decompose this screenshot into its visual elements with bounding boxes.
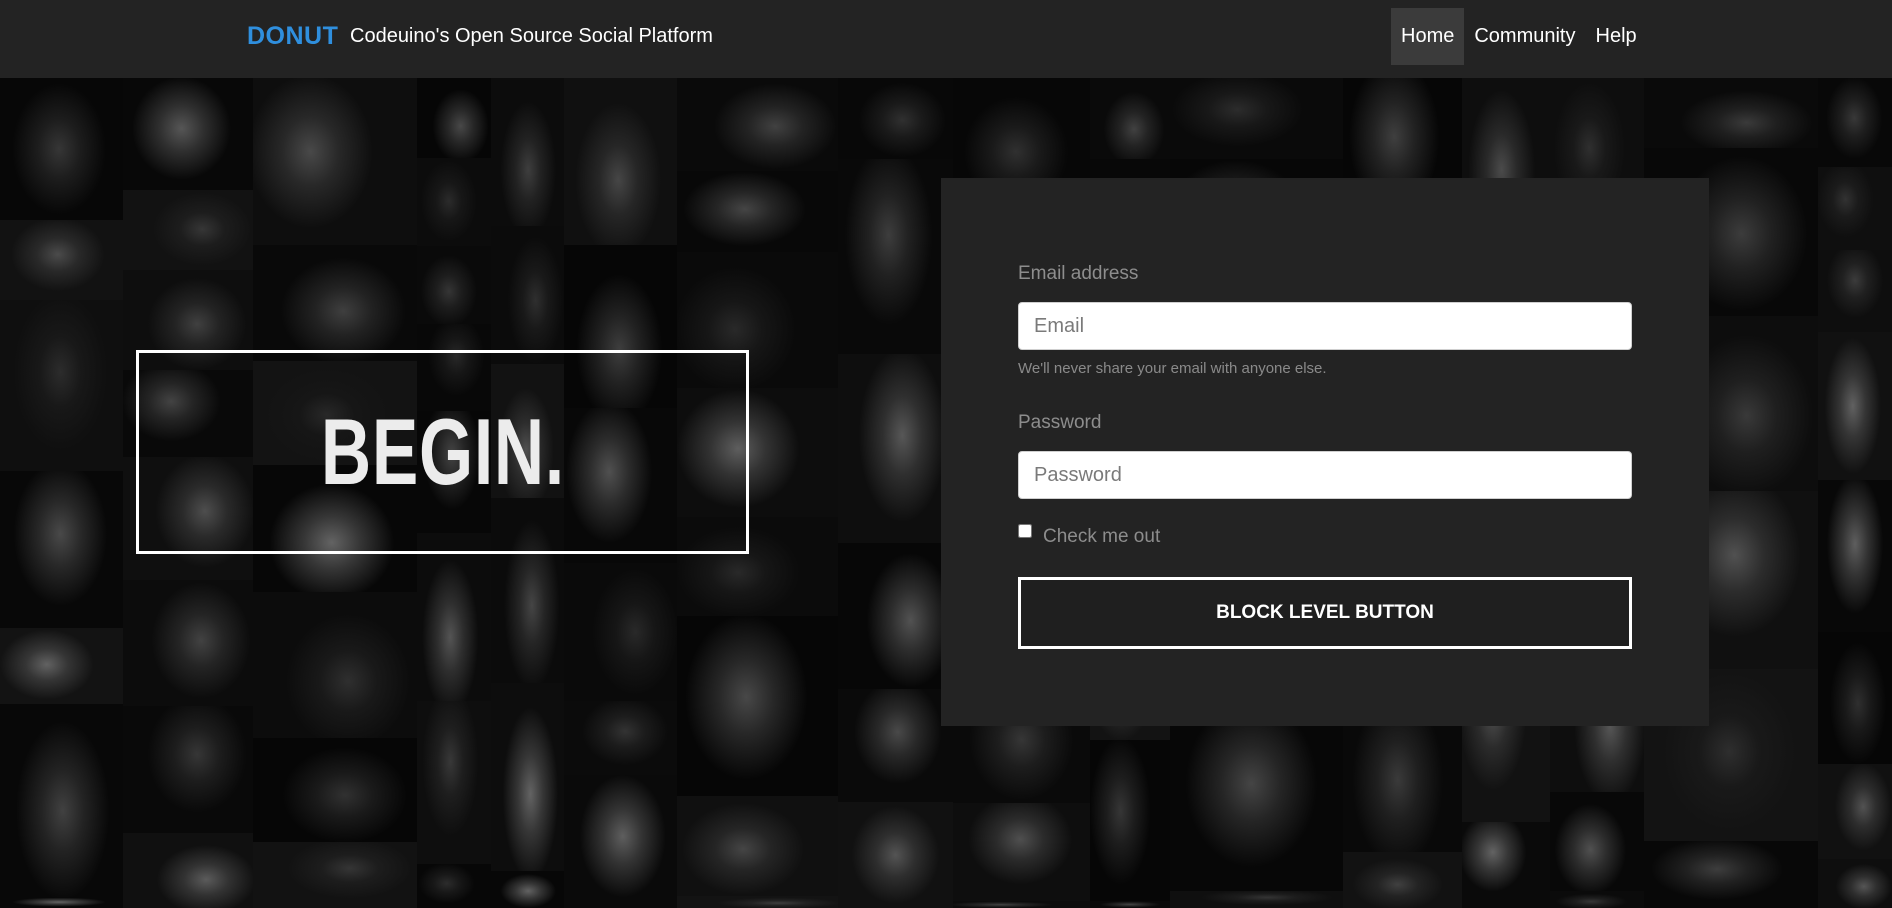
remember-checkbox[interactable] bbox=[1018, 524, 1032, 538]
face-tile bbox=[1343, 852, 1462, 908]
face-tile bbox=[0, 898, 123, 908]
password-field[interactable] bbox=[1018, 451, 1632, 499]
face-tile bbox=[417, 864, 491, 908]
face-tile bbox=[677, 78, 838, 171]
face-tile bbox=[838, 354, 953, 543]
top-navbar: DONUT Codeuino's Open Source Social Plat… bbox=[0, 0, 1892, 78]
face-tile bbox=[253, 245, 417, 361]
hero-begin-box: BEGIN. bbox=[136, 350, 749, 554]
face-tile bbox=[1818, 332, 1892, 480]
face-tile bbox=[838, 78, 953, 159]
face-tile bbox=[491, 78, 564, 226]
face-tile bbox=[0, 628, 123, 704]
login-form-card: Email address We'll never share your ema… bbox=[941, 178, 1709, 726]
email-help-text: We'll never share your email with anyone… bbox=[1018, 360, 1327, 377]
face-tile bbox=[1550, 792, 1644, 891]
face-tile bbox=[0, 471, 123, 628]
face-tile bbox=[953, 803, 1090, 901]
face-tile bbox=[123, 190, 253, 270]
face-tile bbox=[417, 701, 491, 864]
face-tile bbox=[123, 580, 253, 706]
face-tile bbox=[1644, 841, 1818, 908]
face-tile bbox=[123, 706, 253, 833]
face-tile bbox=[1818, 250, 1892, 332]
nav-link-home[interactable]: Home bbox=[1391, 8, 1465, 65]
hero-title: BEGIN. bbox=[320, 399, 565, 504]
face-tile bbox=[0, 704, 123, 898]
face-tile bbox=[491, 683, 564, 871]
face-tile bbox=[1644, 78, 1818, 148]
nav-links: Home Community Help bbox=[1391, 8, 1647, 65]
nav-link-help[interactable]: Help bbox=[1586, 8, 1647, 65]
face-tile bbox=[1818, 764, 1892, 859]
face-tile bbox=[564, 563, 677, 701]
face-tile bbox=[417, 533, 491, 701]
face-tile bbox=[1090, 740, 1170, 901]
face-tile bbox=[123, 833, 253, 908]
face-tile bbox=[838, 802, 953, 908]
face-tile bbox=[677, 896, 838, 908]
face-tile bbox=[491, 226, 564, 364]
face-tile bbox=[838, 689, 953, 802]
face-tile bbox=[491, 871, 564, 908]
face-tile bbox=[838, 159, 953, 354]
face-tile bbox=[1818, 632, 1892, 764]
submit-button[interactable]: BLOCK LEVEL BUTTON bbox=[1018, 577, 1632, 649]
face-tile bbox=[253, 842, 417, 908]
face-tile bbox=[564, 701, 677, 775]
face-tile bbox=[1090, 78, 1170, 159]
nav-link-community[interactable]: Community bbox=[1464, 8, 1585, 65]
face-tile bbox=[1170, 78, 1343, 159]
face-tile bbox=[564, 775, 677, 908]
face-tile bbox=[953, 901, 1090, 908]
checkbox-label: Check me out bbox=[1043, 526, 1161, 547]
face-tile bbox=[253, 738, 417, 842]
face-tile bbox=[838, 543, 953, 689]
face-tile bbox=[1170, 891, 1343, 908]
face-tile bbox=[123, 78, 253, 190]
face-tile bbox=[1818, 78, 1892, 167]
face-tile bbox=[417, 158, 491, 246]
brand-tagline: Codeuino's Open Source Social Platform bbox=[350, 25, 713, 47]
face-tile bbox=[1818, 480, 1892, 632]
brand-logo[interactable]: DONUT bbox=[247, 22, 338, 51]
face-tile bbox=[0, 78, 123, 220]
face-tile bbox=[1090, 901, 1170, 908]
face-tile bbox=[417, 78, 491, 158]
face-tile bbox=[1818, 859, 1892, 908]
face-tile bbox=[677, 171, 838, 252]
face-tile bbox=[253, 78, 417, 245]
face-tile bbox=[417, 246, 491, 324]
email-field[interactable] bbox=[1018, 302, 1632, 350]
password-label: Password bbox=[1018, 412, 1102, 433]
face-tile bbox=[564, 78, 677, 245]
face-tile bbox=[1818, 167, 1892, 250]
face-tile bbox=[1170, 709, 1343, 891]
face-tile bbox=[677, 616, 838, 796]
face-tile bbox=[1550, 891, 1644, 908]
face-tile bbox=[677, 796, 838, 896]
face-tile bbox=[253, 592, 417, 738]
email-label: Email address bbox=[1018, 263, 1139, 284]
face-tile bbox=[0, 300, 123, 471]
face-tile bbox=[1462, 822, 1550, 908]
face-tile bbox=[0, 220, 123, 300]
